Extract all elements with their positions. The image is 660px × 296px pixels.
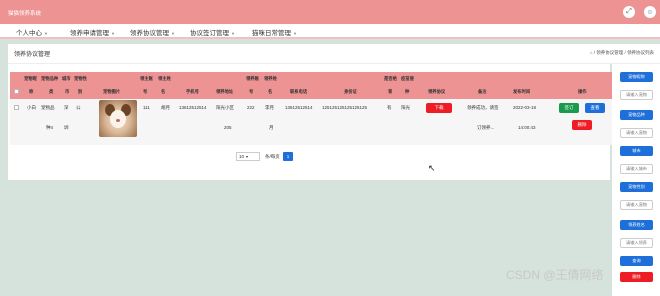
menu-personal-center[interactable]: 个人中心 ▼ [16, 27, 48, 37]
page-size-select[interactable]: 10 ▼ [236, 152, 260, 161]
gender-input[interactable]: 请输入宠物 [620, 200, 653, 210]
cell-phone: 13612512514 [179, 105, 207, 110]
cell-publish-time: 14:00:43 [518, 125, 536, 130]
search-button[interactable]: 查询 [620, 256, 653, 266]
cell-adopt-name: 胡月 [161, 105, 170, 110]
col-agreement: 领养协议 [428, 89, 446, 94]
city-input[interactable]: 请输入城市 [620, 164, 653, 174]
page-header: 领养协议管理 ⌂ / 领养协议管理 / 领养协议列表 [8, 44, 660, 64]
col-city: 城市 [62, 76, 71, 81]
col-adopt-name: 领主姓 [158, 76, 171, 81]
cell-applicant-no: 222 [247, 105, 255, 110]
page-size-label: 条/每页 [265, 154, 280, 159]
chevron-down-icon: ▼ [44, 31, 48, 36]
cell-breed: 宠物品 [41, 105, 55, 110]
cell-sterilized: 有 [387, 105, 392, 110]
col-applicant-name: 领养姓 [264, 76, 277, 81]
cell-city-2: 圳 [64, 125, 69, 130]
menu-agreement-signing[interactable]: 协议签订管理 ▼ [190, 27, 235, 37]
cell-applicant-name: 李月 [265, 105, 274, 110]
cell-vaccine: 阳光 [401, 105, 410, 110]
col-address: 领养地址 [216, 89, 234, 94]
col-pet-gender: 宠物性 [74, 76, 87, 81]
cell-contact: 13612512514 [285, 105, 313, 110]
app-title: 猫猫领养系统 [8, 11, 42, 17]
col-vaccine: 疫苗接 [401, 76, 414, 81]
bulk-delete-button[interactable]: 删除 [620, 272, 653, 282]
applicant-filter-button[interactable]: 领养姓名 [620, 220, 653, 230]
mouse-cursor-icon: ↖ [428, 163, 436, 173]
row-checkbox[interactable] [14, 105, 19, 110]
delete-button[interactable]: 删除 [572, 120, 592, 130]
page-title: 领养协议管理 [14, 52, 51, 58]
col-publish-time: 发布时间 [513, 89, 531, 94]
col-pet-name: 宠物昵 [24, 76, 37, 81]
main-menu: 个人中心 ▼ 领养申请管理 ▼ 领养协议管理 ▼ 协议签订管理 ▼ 猫咪日常管理 ▼ [0, 24, 660, 39]
menu-adoption-agreement[interactable]: 领养协议管理 ▼ [130, 27, 175, 37]
chevron-down-icon: ▼ [171, 31, 175, 36]
chevron-down-icon: ▼ [293, 31, 297, 36]
col-applicant-name-2: 名 [268, 89, 273, 94]
col-pet-gender-2: 别 [78, 89, 83, 94]
fullscreen-icon[interactable]: ⤢ [623, 6, 635, 18]
user-icon[interactable]: ☺ [644, 6, 656, 18]
col-remark: 备注 [478, 89, 487, 94]
col-adopt-no-2: 号 [143, 89, 148, 94]
search-sidebar: 宠物昵称 请输入宠物 宠物品种 请输入宠物 城市 请输入城市 宠物性别 请输入宠… [612, 64, 660, 296]
cell-remark: 领养成功，请签 [467, 105, 499, 110]
col-contact: 联系电话 [290, 89, 308, 94]
cell-adopt-no: 111 [143, 105, 150, 110]
col-id-card: 身份证 [344, 89, 357, 94]
download-agreement-button[interactable]: 下载 [426, 103, 452, 113]
col-sterilized-2: 育 [388, 89, 393, 94]
table-header: 宠物昵 宠物品种 城市 宠物性 领主账 领主姓 领养账 领养姓 是否绝 疫苗接 … [10, 72, 618, 99]
pet-image [99, 100, 137, 137]
breadcrumb[interactable]: ⌂ / 领养协议管理 / 领养协议列表 [590, 50, 654, 56]
col-pet-image: 宠物图片 [103, 89, 121, 94]
pet-name-filter-button[interactable]: 宠物昵称 [620, 72, 653, 82]
table-panel: 宠物昵 宠物品种 城市 宠物性 领主账 领主姓 领养账 领养姓 是否绝 疫苗接 … [8, 64, 618, 180]
gender-filter-button[interactable]: 宠物性别 [620, 182, 653, 192]
pet-breed-input[interactable]: 请输入宠物 [620, 128, 653, 138]
cell-gender: 公 [76, 105, 81, 110]
menu-cat-daily[interactable]: 猫咪日常管理 ▼ [252, 27, 297, 37]
cell-city: 深 [64, 105, 69, 110]
select-all-checkbox[interactable] [14, 89, 19, 94]
col-adopt-name-2: 名 [161, 89, 166, 94]
col-city-2: 市 [65, 89, 70, 94]
cell-breed-2: 种4 [46, 125, 54, 130]
sign-button[interactable]: 签订 [559, 103, 579, 113]
col-pet-name-2: 称 [29, 89, 34, 94]
col-pet-breed-2: 类 [49, 89, 54, 94]
col-applicant-no: 领养账 [246, 76, 259, 81]
col-vaccine-2: 种 [405, 89, 410, 94]
pet-breed-filter-button[interactable]: 宠物品种 [620, 110, 653, 120]
chevron-down-icon: ▼ [231, 31, 235, 36]
cell-address: 阳光小区 [216, 105, 234, 110]
cell-applicant-name-2: 月 [269, 125, 274, 130]
col-pet-breed: 宠物品种 [41, 76, 59, 81]
col-actions: 操作 [578, 89, 587, 94]
col-sterilized: 是否绝 [384, 76, 397, 81]
view-button[interactable]: 查看 [585, 103, 605, 113]
page-number-button[interactable]: 1 [283, 152, 293, 161]
cell-address-2: 205 [224, 125, 232, 130]
col-phone: 手机号 [186, 89, 199, 94]
watermark: CSDN @王倩网络 [506, 268, 604, 282]
city-filter-button[interactable]: 城市 [620, 146, 653, 156]
col-adopt-no: 领主账 [140, 76, 153, 81]
cell-pet-name: 小白 [27, 105, 36, 110]
chevron-down-icon: ▼ [111, 31, 115, 36]
top-bar: 猫猫领养系统 ⤢ ☺ [0, 0, 660, 24]
cell-publish-date: 2022-03-18 [513, 105, 537, 110]
pet-nose [116, 119, 120, 122]
table-row: 小白 宠物品 种4 深 圳 公 111 胡月 13612512514 阳光小区 … [10, 99, 618, 145]
cell-id-card: 125125125125125125 [322, 105, 368, 110]
pet-name-input[interactable]: 请输入宠物 [620, 90, 653, 100]
col-applicant-no-2: 号 [249, 89, 254, 94]
cell-remark-2: 订领养... [477, 125, 495, 130]
applicant-input[interactable]: 请输入领养 [620, 238, 653, 248]
menu-adoption-application[interactable]: 领养申请管理 ▼ [70, 27, 115, 37]
